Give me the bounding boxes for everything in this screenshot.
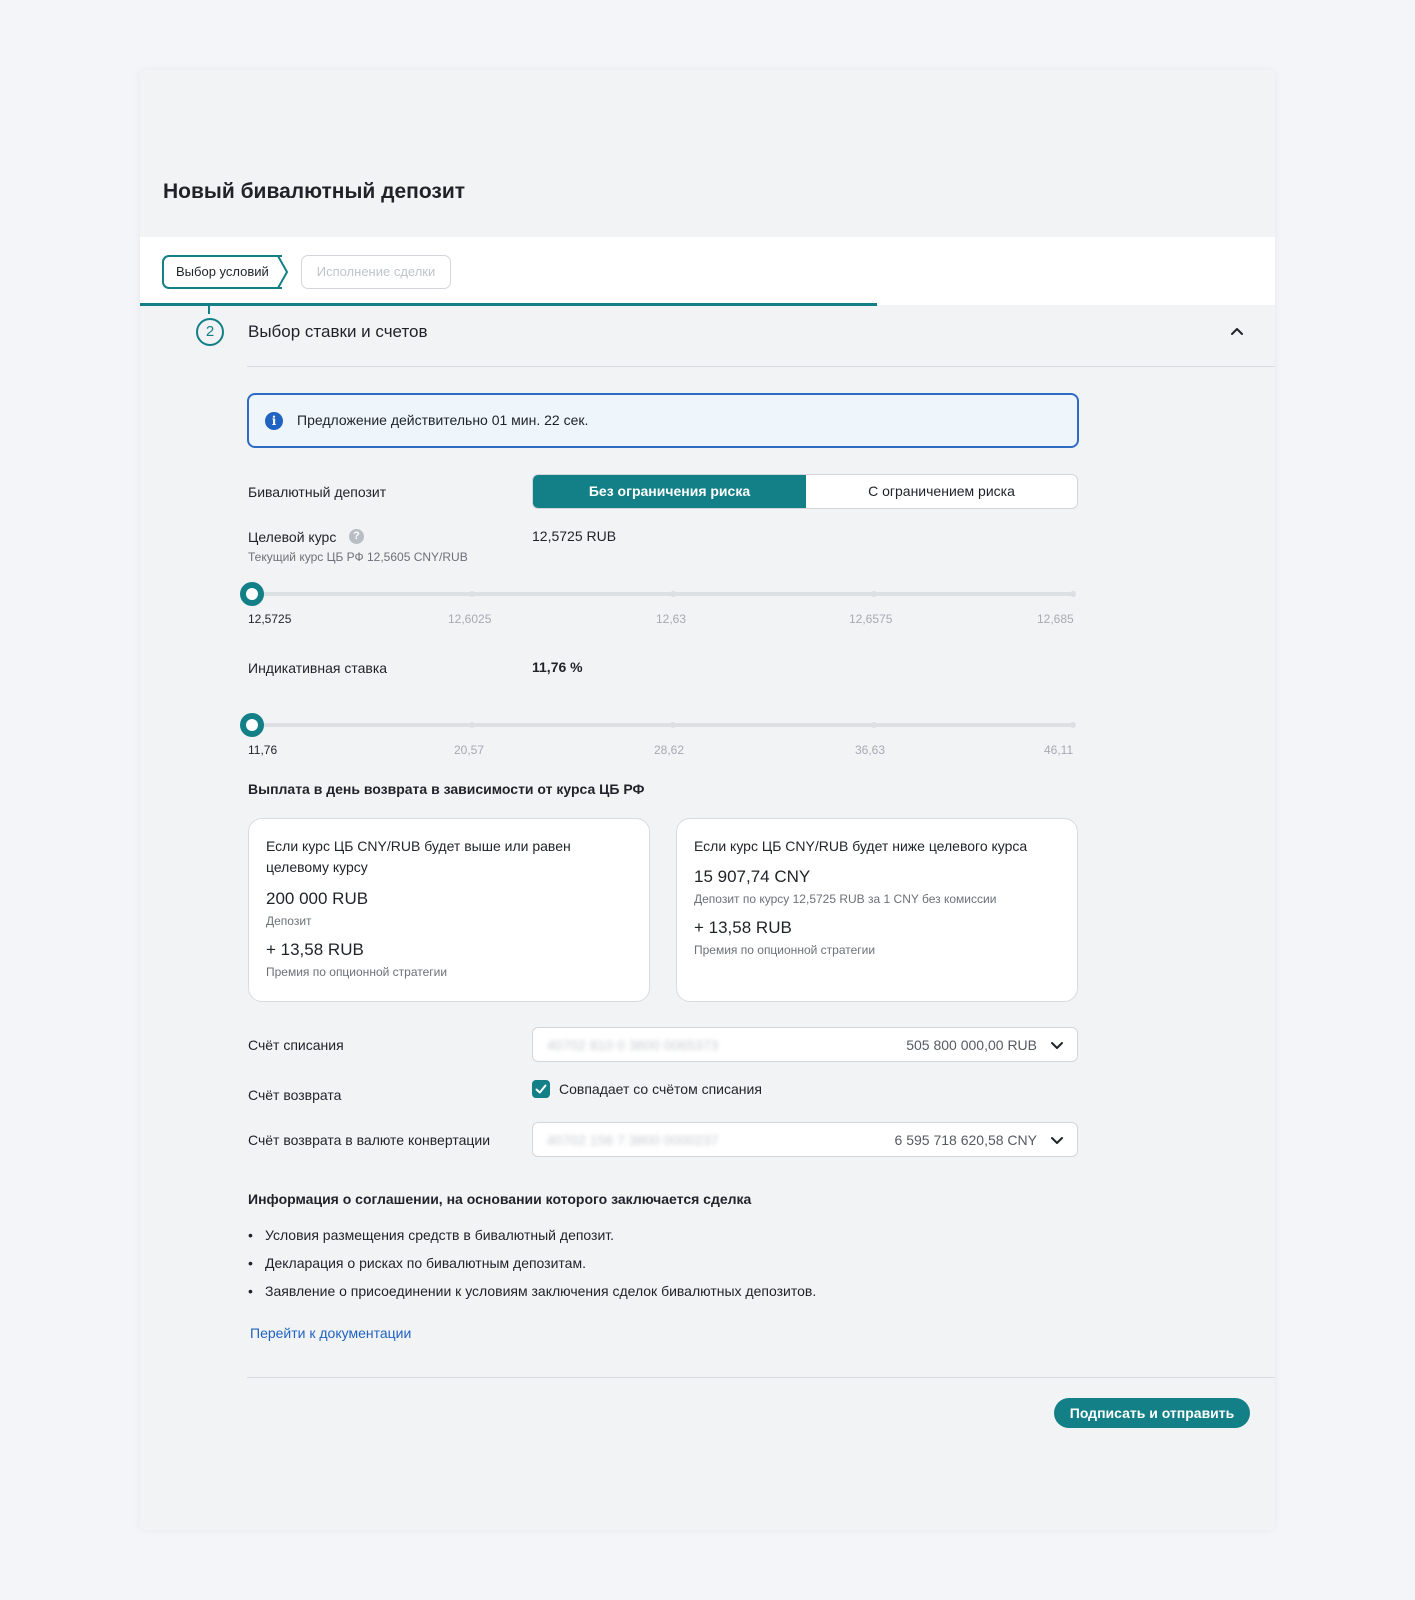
target-rate-value: 12,5725 RUB	[532, 528, 617, 544]
section-title[interactable]: Выбор ставки и счетов	[248, 322, 428, 342]
list-item: Декларация о рисках по бивалютным депози…	[248, 1253, 816, 1281]
slider-tick-label: 11,76	[248, 743, 278, 757]
agreement-title: Информация о соглашении, на основании ко…	[248, 1191, 752, 1207]
notice-text: Предложение действительно 01 мин. 22 сек…	[297, 412, 589, 428]
step-execute-deal[interactable]: Исполнение сделки	[301, 255, 451, 289]
slider-tick-label: 20,57	[454, 743, 485, 757]
section-number-badge: 2	[196, 318, 224, 346]
indicative-rate-label: Индикативная ставка	[248, 660, 388, 676]
risk-type-toggle: Без ограничения риска С ограничением рис…	[532, 474, 1078, 509]
target-rate-label: Целевой курс	[248, 529, 337, 545]
slider-step-dot	[670, 591, 676, 597]
sign-and-send-button[interactable]: Подписать и отправить	[1054, 1398, 1250, 1428]
conversion-account-select[interactable]: 40702 156 7 3800 0000237 6 595 718 620,5…	[532, 1122, 1078, 1157]
payout-card-above-target: Если курс ЦБ CNY/RUB будет выше или раве…	[248, 818, 650, 1002]
return-account-label: Счёт возврата	[248, 1087, 342, 1103]
payout-amount: 15 907,74 CNY	[694, 867, 811, 886]
agreement-documents-list: Условия размещения средств в бивалютный …	[248, 1225, 816, 1309]
documentation-link[interactable]: Перейти к документации	[250, 1325, 411, 1341]
payout-premium: + 13,58 RUB	[694, 918, 792, 937]
slider-step-dot	[1070, 591, 1076, 597]
slider-tick-label: 12,6025	[448, 612, 492, 626]
chevron-up-icon[interactable]	[1228, 322, 1246, 340]
indicative-rate-slider[interactable]	[240, 713, 1076, 737]
slider-tick-label: 46,11	[1044, 743, 1074, 757]
slider-track	[252, 592, 1075, 596]
slider-track	[252, 723, 1075, 727]
payout-amount: 200 000 RUB	[266, 889, 369, 908]
checkmark-icon	[535, 1084, 547, 1094]
debit-account-select[interactable]: 40702 810 0 3800 0065373 505 800 000,00 …	[532, 1027, 1078, 1062]
payout-condition: Если курс ЦБ CNY/RUB будет ниже целевого…	[694, 838, 1028, 854]
conversion-account-label: Счёт возврата в валюте конвертации	[248, 1132, 491, 1148]
debit-account-label: Счёт списания	[248, 1037, 344, 1053]
same-account-checkbox[interactable]	[532, 1080, 550, 1098]
footer-divider	[247, 1377, 1275, 1378]
target-rate-slider[interactable]	[240, 582, 1076, 606]
slider-tick-label: 12,63	[656, 612, 687, 626]
slider-step-dot	[871, 722, 877, 728]
payout-condition: Если курс ЦБ CNY/RUB будет выше или раве…	[266, 838, 571, 875]
list-item: Условия размещения средств в бивалютный …	[248, 1225, 816, 1253]
slider-tick-label: 12,685	[1037, 612, 1074, 626]
account-balance: 6 595 718 620,58 CNY	[894, 1132, 1037, 1148]
section-divider	[247, 366, 1275, 367]
account-number: 40702 156 7 3800 0000237	[547, 1132, 719, 1148]
payout-premium-note: Премия по опционной стратегии	[694, 943, 876, 957]
payout-title: Выплата в день возврата в зависимости от…	[248, 781, 645, 797]
steps-progress-bar	[140, 303, 877, 306]
info-icon: i	[265, 412, 283, 430]
payout-amount-note: Депозит по курсу 12,5725 RUB за 1 CNY бе…	[694, 892, 997, 906]
slider-thumb[interactable]	[240, 713, 264, 737]
payout-premium-note: Премия по опционной стратегии	[266, 965, 448, 979]
step-arrow-icon	[270, 255, 289, 289]
deposit-type-label: Бивалютный депозит	[248, 484, 387, 500]
slider-tick-label: 12,5725	[248, 612, 292, 626]
same-account-label[interactable]: Совпадает со счётом списания	[559, 1081, 762, 1097]
slider-step-dot	[469, 722, 475, 728]
payout-premium: + 13,58 RUB	[266, 940, 364, 959]
slider-step-dot	[1070, 722, 1076, 728]
chevron-down-icon	[1051, 1042, 1063, 1049]
help-icon[interactable]: ?	[349, 529, 364, 544]
slider-step-dot	[871, 591, 877, 597]
chevron-down-icon	[1051, 1137, 1063, 1144]
slider-step-dot	[469, 591, 475, 597]
slider-tick-label: 12,6575	[849, 612, 893, 626]
account-balance: 505 800 000,00 RUB	[906, 1037, 1037, 1053]
option-risk-limit[interactable]: С ограничением риска	[806, 475, 1077, 508]
slider-tick-label: 28,62	[654, 743, 685, 757]
slider-thumb[interactable]	[240, 582, 264, 606]
indicative-rate-value: 11,76 %	[532, 659, 583, 675]
offer-timer-notice: i Предложение действительно 01 мин. 22 с…	[247, 393, 1079, 448]
current-cb-rate: Текущий курс ЦБ РФ 12,5605 CNY/RUB	[248, 550, 468, 564]
account-number: 40702 810 0 3800 0065373	[547, 1037, 719, 1053]
payout-amount-note: Депозит	[266, 914, 312, 928]
step-choose-conditions[interactable]: Выбор условий	[162, 255, 282, 289]
option-no-risk-limit[interactable]: Без ограничения риска	[533, 475, 806, 508]
list-item: Заявление о присоединении к условиям зак…	[248, 1281, 816, 1309]
step-connector	[208, 306, 210, 314]
payout-card-below-target: Если курс ЦБ CNY/RUB будет ниже целевого…	[676, 818, 1078, 1002]
page-title: Новый бивалютный депозит	[163, 180, 466, 203]
slider-tick-label: 36,63	[855, 743, 886, 757]
slider-step-dot	[670, 722, 676, 728]
